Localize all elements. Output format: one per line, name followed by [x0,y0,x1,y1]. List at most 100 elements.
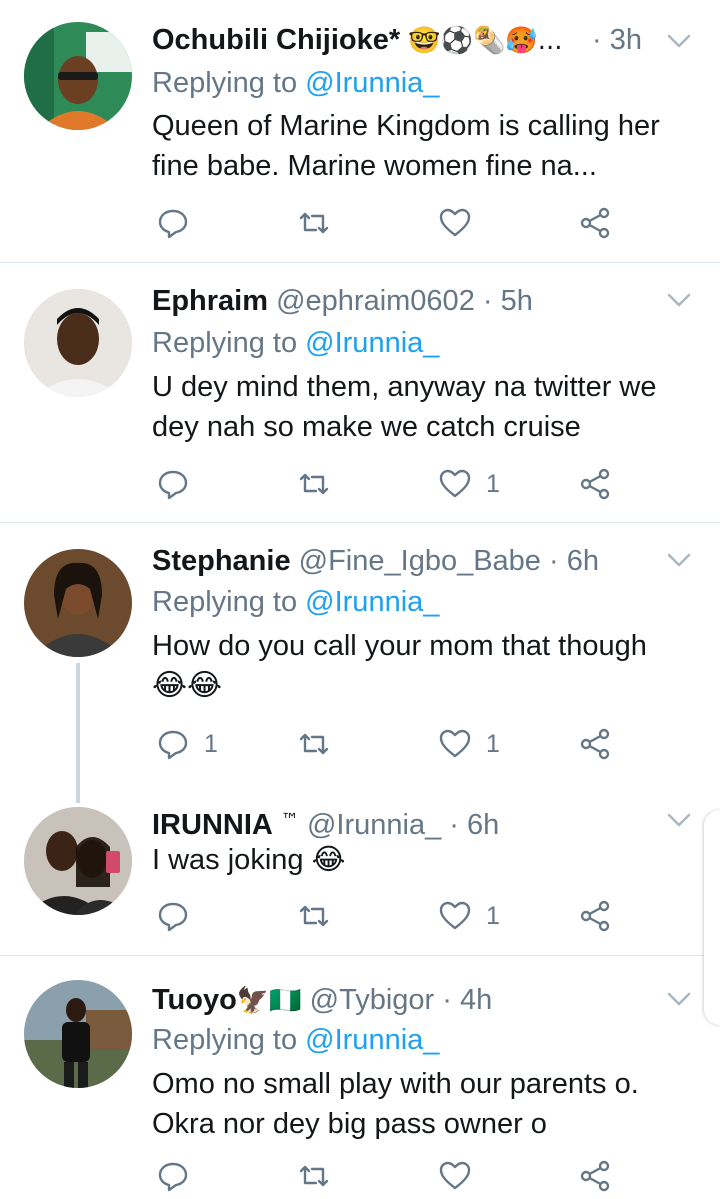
chevron-down-icon[interactable] [664,545,694,575]
avatar-woman-icon [24,549,132,657]
share-button[interactable] [578,724,612,764]
avatar-couple-icon [24,807,132,915]
avatar[interactable] [24,22,132,130]
chevron-down-icon[interactable] [664,285,694,315]
like-count: 1 [486,729,500,758]
like-button[interactable]: 1 [438,724,500,764]
reply-button[interactable] [156,203,204,243]
tweet-tuoyo[interactable]: Tuoyo🦅🇳🇬 @Tybigor · 4h Replying to @Irun… [0,956,720,1199]
display-name[interactable]: Tuoyo [152,984,237,1016]
avatar[interactable] [24,980,132,1088]
replying-to: Replying to @Irunnia_ [152,1021,439,1059]
avatar[interactable] [24,807,132,915]
separator-dot: · [449,809,459,841]
heart-icon [439,901,471,930]
retweet-button[interactable] [297,724,331,764]
timestamp[interactable]: 5h [501,285,533,317]
retweet-icon [299,212,329,234]
reply-button[interactable] [156,896,204,936]
display-name[interactable]: IRUNNIA [152,809,273,841]
handle[interactable]: @Fine_Igbo_Babe [299,545,541,577]
tweet-stephanie[interactable]: Stephanie @Fine_Igbo_Babe · 6h Replying … [0,523,720,793]
replying-to-label: Replying to [152,67,298,99]
separator-dot: · [442,984,452,1016]
tweet-header: Stephanie @Fine_Igbo_Babe · 6h [152,541,620,581]
share-button[interactable] [578,203,612,243]
tweet-text: Queen of Marine Kingdom is calling her f… [152,106,692,186]
retweet-button[interactable] [297,1156,331,1196]
avatar-man-standing-icon [24,980,132,1088]
edge-panel-handle[interactable] [704,810,720,1025]
retweet-icon [299,1165,329,1187]
tweet-actions: 1 1 [152,724,622,764]
replying-to-label: Replying to [152,327,298,359]
replying-to-label: Replying to [152,586,298,618]
reply-button[interactable]: 1 [156,724,218,764]
handle[interactable]: @ephraim0602 [276,285,475,317]
handle[interactable]: @Irunnia_ [307,809,441,841]
separator-dot: · [592,24,602,56]
retweet-button[interactable] [297,896,331,936]
reply-button[interactable] [156,1156,204,1196]
tweet-text-emoji: 😂😂 [152,668,223,703]
tweet-text-line: Queen of Marine Kingdom is calling her [152,110,660,142]
tweet-irunnia[interactable]: IRUNNIA ™ @Irunnia_ · 6h I was joking 😂 … [0,793,720,955]
like-button[interactable] [438,1156,486,1196]
display-name[interactable]: Stephanie [152,545,291,577]
reply-icon [158,730,188,760]
tweet-actions: 1 [152,896,622,936]
like-button[interactable] [438,203,486,243]
tweet-text-line: U dey mind them, anyway na twitter we [152,371,657,403]
tweet-header: Ephraim @ephraim0602 · 5h [152,281,620,321]
share-button[interactable] [578,896,612,936]
display-name[interactable]: Ochubili Chijioke* [152,24,400,56]
avatar-man-green-bg-icon [24,22,132,130]
timestamp[interactable]: 3h [610,24,642,56]
replying-to-label: Replying to [152,1024,298,1056]
reply-icon [158,470,188,500]
timestamp[interactable]: 6h [467,809,499,841]
chevron-down-icon[interactable] [664,984,694,1014]
tweet-ephraim[interactable]: Ephraim @ephraim0602 · 5h Replying to @I… [0,263,720,522]
heart-icon [439,729,471,758]
reply-icon [158,902,188,932]
tweet-ochubili[interactable]: Ochubili Chijioke* 🤓⚽🌯🥵... · 3h Replying… [0,0,720,262]
reply-icon [158,1162,188,1192]
tweet-actions: 1 [152,464,622,504]
like-button[interactable]: 1 [438,896,500,936]
reply-button[interactable] [156,464,204,504]
timestamp[interactable]: 6h [567,545,599,577]
chevron-down-icon[interactable] [664,26,694,56]
share-button[interactable] [578,464,612,504]
avatar[interactable] [24,289,132,397]
share-icon [580,1160,610,1192]
tweet-text: How do you call your mom that though 😂😂 [152,626,692,706]
tweet-meta: · 3h [592,20,642,60]
timestamp[interactable]: 4h [460,984,492,1016]
chevron-down-icon[interactable] [664,805,694,835]
reply-icon [158,209,188,239]
reply-count: 1 [204,729,218,758]
replying-to: Replying to @Irunnia_ [152,583,439,621]
mention-link[interactable]: @Irunnia_ [305,67,439,99]
retweet-button[interactable] [297,203,331,243]
separator-dot: · [482,285,493,317]
heart-icon [439,1161,471,1190]
replying-to: Replying to @Irunnia_ [152,64,439,102]
display-name[interactable]: Ephraim [152,285,268,317]
name-emoji: 🦅🇳🇬 [236,986,302,1016]
tweet-actions [152,1156,622,1196]
mention-link[interactable]: @Irunnia_ [305,327,439,359]
handle[interactable]: @Tybigor [310,984,435,1016]
share-icon [580,207,610,239]
tweet-text: Omo no small play with our parents o. Ok… [152,1064,692,1144]
mention-link[interactable]: @Irunnia_ [305,1024,439,1056]
retweet-button[interactable] [297,464,331,504]
avatar[interactable] [24,549,132,657]
name-emoji: ™ [280,810,299,831]
share-button[interactable] [578,1156,612,1196]
tweet-header: Ochubili Chijioke* 🤓⚽🌯🥵... [152,20,620,60]
avatar-young-man-icon [24,289,132,397]
like-button[interactable]: 1 [438,464,500,504]
mention-link[interactable]: @Irunnia_ [305,586,439,618]
